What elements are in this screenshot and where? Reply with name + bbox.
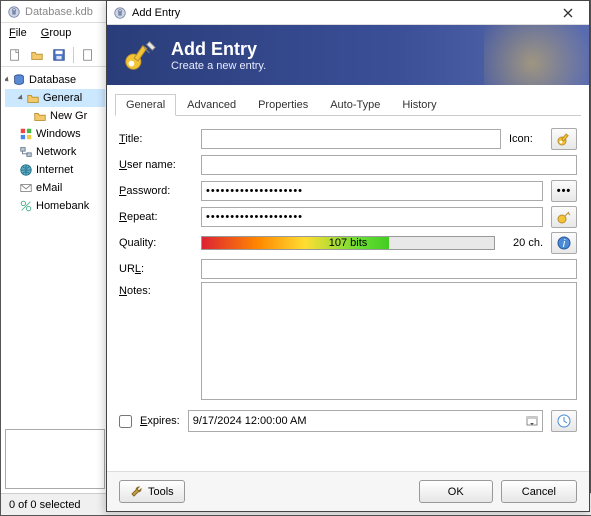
menu-file[interactable]: File: [9, 27, 27, 39]
password-input[interactable]: [201, 181, 543, 201]
tools-button[interactable]: Tools: [119, 480, 185, 503]
url-label: URL:: [119, 263, 193, 275]
toolbar-separator: [73, 47, 74, 63]
tree-item-label: Windows: [36, 128, 81, 140]
tree-root-label: Database: [29, 74, 76, 86]
clock-icon: [556, 413, 572, 429]
status-text: 0 of 0 selected: [9, 499, 81, 511]
expand-icon: [5, 76, 11, 83]
dialog-header-subtitle: Create a new entry.: [171, 60, 266, 72]
windows-icon: [19, 127, 33, 141]
menu-group[interactable]: Group: [41, 27, 72, 39]
expand-icon: [17, 94, 24, 101]
title-input[interactable]: [201, 129, 501, 149]
wrench-icon: [130, 485, 144, 499]
tab-autotype[interactable]: Auto-Type: [319, 94, 391, 116]
expires-label: Expires:: [140, 415, 180, 427]
dialog-titlebar: Add Entry: [107, 1, 589, 25]
tab-properties[interactable]: Properties: [247, 94, 319, 116]
tree-item-label: General: [43, 92, 82, 104]
quality-label: Quality:: [119, 237, 193, 249]
close-icon: [562, 7, 574, 19]
database-icon: [12, 73, 26, 87]
show-password-button[interactable]: •••: [551, 180, 577, 202]
quality-info-button[interactable]: i: [551, 232, 577, 254]
tree-item-network[interactable]: Network: [5, 143, 105, 161]
dialog-header-title: Add Entry: [171, 39, 266, 60]
save-button[interactable]: [49, 45, 69, 65]
calendar-dropdown-icon: [526, 415, 538, 427]
expires-checkbox[interactable]: [119, 415, 132, 428]
tree-item-newgroup[interactable]: New Gr: [5, 107, 105, 125]
tree-item-label: Internet: [36, 164, 73, 176]
tab-strip: General Advanced Properties Auto-Type Hi…: [115, 93, 581, 116]
tree-item-homebank[interactable]: Homebank: [5, 197, 105, 215]
expires-preset-button[interactable]: [551, 410, 577, 432]
close-button[interactable]: [553, 3, 583, 23]
repeat-input[interactable]: [201, 207, 543, 227]
tab-advanced[interactable]: Advanced: [176, 94, 247, 116]
toolbar-extra-button[interactable]: [78, 45, 98, 65]
new-file-button[interactable]: [5, 45, 25, 65]
key-gen-icon: [556, 209, 572, 225]
quality-text: 107 bits: [202, 237, 494, 249]
email-icon: [19, 181, 33, 195]
notes-label: Notes:: [119, 282, 193, 297]
lock-icon: [113, 6, 127, 20]
username-input[interactable]: [201, 155, 577, 175]
dots-icon: •••: [557, 185, 572, 197]
lock-icon: [7, 5, 21, 19]
expires-date-field[interactable]: 9/17/2024 12:00:00 AM: [188, 410, 543, 432]
key-pencil-icon: [121, 36, 159, 74]
key-icon: [556, 131, 572, 147]
dialog-header: Add Entry Create a new entry.: [107, 25, 589, 85]
repeat-label: Repeat:: [119, 211, 193, 223]
char-count: 20 ch.: [503, 237, 543, 249]
generate-password-button[interactable]: [551, 206, 577, 228]
icon-picker-button[interactable]: [551, 128, 577, 150]
cancel-button[interactable]: Cancel: [501, 480, 577, 503]
folder-icon: [33, 109, 47, 123]
info-icon: i: [557, 236, 571, 250]
tree-panel: Database General New Gr Windows Network …: [5, 71, 105, 215]
network-icon: [19, 145, 33, 159]
main-title: Database.kdb: [25, 6, 93, 18]
expires-date-value: 9/17/2024 12:00:00 AM: [193, 415, 307, 427]
ok-button[interactable]: OK: [419, 480, 493, 503]
tree-item-general[interactable]: General: [5, 89, 105, 107]
date-dropdown-button[interactable]: [524, 413, 540, 429]
tree-root[interactable]: Database: [5, 71, 105, 89]
icon-label: Icon:: [509, 133, 543, 145]
title-label: Title:: [119, 133, 193, 145]
dialog-title: Add Entry: [132, 7, 180, 19]
username-label: User name:: [119, 159, 193, 171]
tree-item-email[interactable]: eMail: [5, 179, 105, 197]
open-file-button[interactable]: [27, 45, 47, 65]
dialog-footer: Tools OK Cancel: [107, 471, 589, 511]
tab-general[interactable]: General: [115, 94, 176, 116]
expires-row: Expires: 9/17/2024 12:00:00 AM: [107, 404, 589, 438]
tree-item-internet[interactable]: Internet: [5, 161, 105, 179]
password-label: Password:: [119, 185, 193, 197]
tree-item-label: Homebank: [36, 200, 89, 212]
url-input[interactable]: [201, 259, 577, 279]
tree-item-label: Network: [36, 146, 76, 158]
tab-history[interactable]: History: [391, 94, 447, 116]
quality-meter: 107 bits: [201, 236, 495, 250]
percent-icon: [19, 199, 33, 213]
form: Title: Icon: User name: Password: ••• Re…: [107, 116, 589, 404]
tree-item-windows[interactable]: Windows: [5, 125, 105, 143]
tools-label: Tools: [148, 486, 174, 498]
tree-item-label: eMail: [36, 182, 62, 194]
tree-item-label: New Gr: [50, 110, 87, 122]
add-entry-dialog: Add Entry Add Entry Create a new entry. …: [106, 0, 590, 512]
globe-icon: [19, 163, 33, 177]
notes-input[interactable]: [201, 282, 577, 400]
folder-open-icon: [26, 91, 40, 105]
list-panel: [5, 429, 105, 489]
